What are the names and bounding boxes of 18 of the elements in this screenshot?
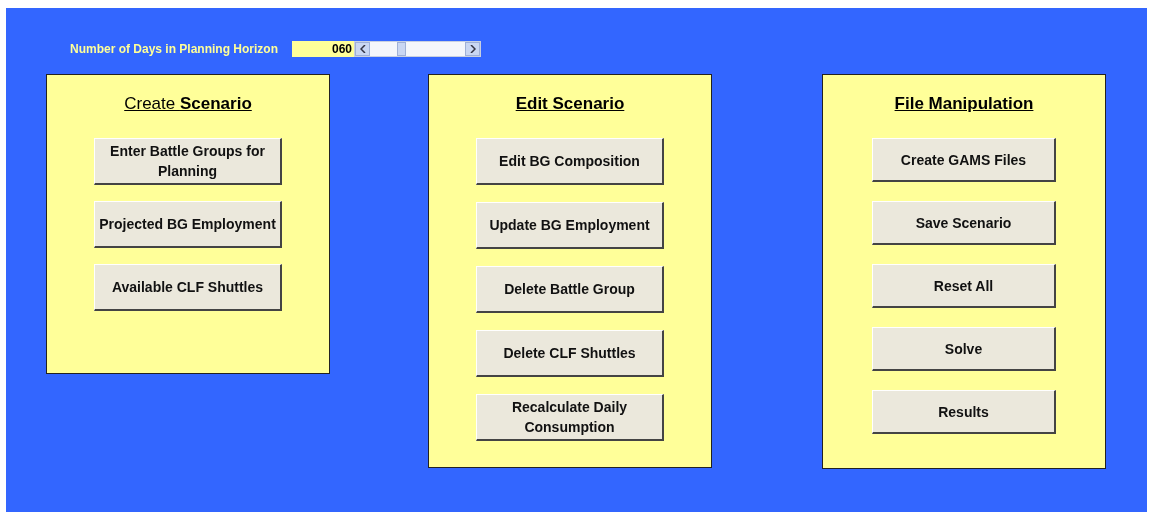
action-button[interactable]: Save Scenario bbox=[872, 201, 1056, 245]
action-button[interactable]: Edit BG Composition bbox=[476, 138, 664, 185]
panel-title: Create Scenario bbox=[124, 94, 252, 114]
action-button[interactable]: Delete Battle Group bbox=[476, 266, 664, 313]
action-button[interactable]: Enter Battle Groups for Planning bbox=[94, 138, 282, 185]
action-button[interactable]: Recalculate Daily Consumption bbox=[476, 394, 664, 441]
action-button[interactable]: Results bbox=[872, 390, 1056, 434]
days-field[interactable]: 060 bbox=[292, 40, 354, 57]
action-button[interactable]: Reset All bbox=[872, 264, 1056, 308]
action-button[interactable]: Projected BG Employment bbox=[94, 201, 282, 248]
action-button[interactable]: Create GAMS Files bbox=[872, 138, 1056, 182]
action-button[interactable]: Update BG Employment bbox=[476, 202, 664, 249]
panel-title: File Manipulation bbox=[894, 94, 1034, 114]
action-button[interactable]: Delete CLF Shuttles bbox=[476, 330, 664, 377]
action-button[interactable]: Solve bbox=[872, 327, 1056, 371]
horizon-label: Number of Days in Planning Horizon bbox=[69, 41, 279, 56]
action-button[interactable]: Available CLF Shuttles bbox=[94, 264, 282, 311]
panel-title: Edit Scenario bbox=[515, 94, 625, 114]
